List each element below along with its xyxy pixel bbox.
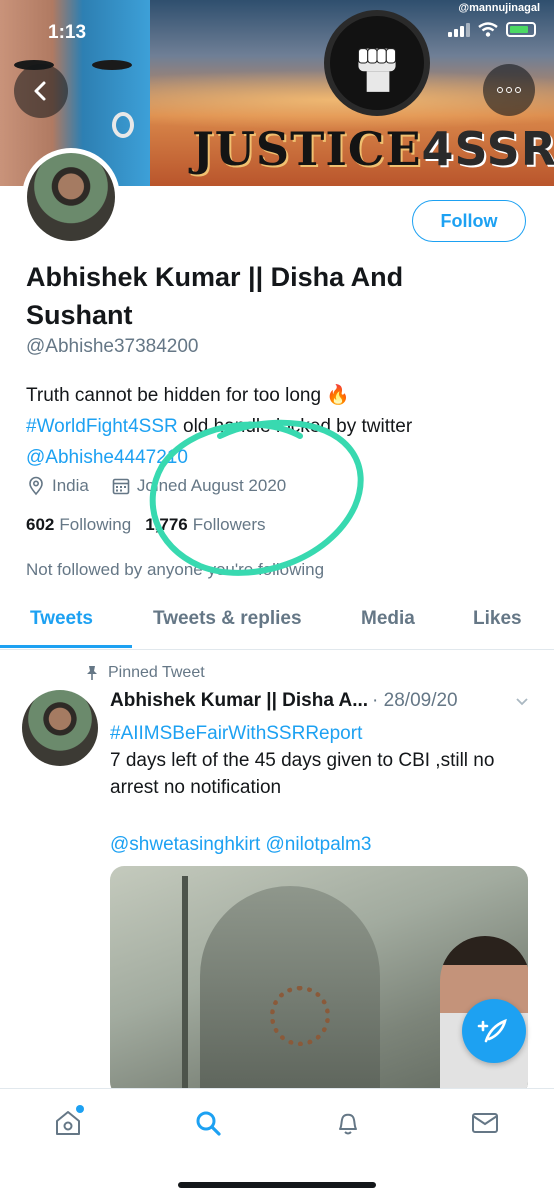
calendar-icon: [112, 478, 130, 495]
followers-link[interactable]: 1,776 Followers: [145, 515, 265, 535]
active-tab-indicator: [0, 645, 132, 648]
search-icon: [196, 1111, 221, 1136]
status-time: 1:13: [48, 22, 87, 43]
profile-counts: 602 Following 1,776 Followers: [26, 515, 265, 535]
messages-icon: [472, 1113, 498, 1133]
tweet-date: · 28/09/20: [372, 690, 458, 711]
profile-location: India: [52, 476, 89, 495]
back-button[interactable]: [14, 64, 68, 118]
banner-earring: [112, 112, 134, 138]
banner-watermark: @mannujinagal: [458, 2, 540, 14]
profile-meta: India Joined August 2020: [26, 476, 286, 496]
nav-notifications[interactable]: [330, 1105, 366, 1141]
tab-tweets[interactable]: Tweets: [30, 608, 93, 630]
nav-search[interactable]: [190, 1105, 226, 1141]
banner-eye: [92, 60, 132, 70]
bio-line: #WorldFight4SSR old handle locked by twi…: [26, 411, 526, 442]
location-icon: [29, 476, 43, 496]
tweet-header: Abhishek Kumar || Disha A... · 28/09/20: [110, 690, 530, 712]
tab-media[interactable]: Media: [361, 608, 415, 630]
status-icons: [448, 22, 536, 37]
profile-avatar[interactable]: [22, 148, 120, 246]
follow-button[interactable]: Follow: [412, 200, 526, 242]
wifi-icon: [478, 22, 498, 37]
nav-messages[interactable]: [467, 1105, 503, 1141]
more-icon: [497, 87, 503, 93]
chevron-down-icon[interactable]: [514, 693, 530, 709]
profile-tabs: Tweets Tweets & replies Media Likes: [0, 598, 554, 650]
tweet-mentions[interactable]: @shwetasinghkirt @nilotpalm3: [110, 831, 530, 858]
bio-line: Truth cannot be hidden for too long 🔥: [26, 385, 350, 406]
tweet-author-name[interactable]: Abhishek Kumar || Disha A...: [110, 690, 368, 712]
profile-handle: @Abhishe37384200: [26, 336, 199, 357]
banner-slogan-number: 4SSR: [421, 122, 554, 176]
bio-mention-link[interactable]: @Abhishe4447210: [26, 442, 526, 473]
profile-joined-date: Joined August 2020: [136, 476, 287, 495]
compose-tweet-button[interactable]: [462, 999, 526, 1063]
pinned-label: Pinned Tweet: [108, 664, 205, 681]
tweet-text: 7 days left of the 45 days given to CBI …: [110, 750, 495, 798]
home-indicator: [178, 1182, 376, 1188]
avatar-photo: [27, 153, 115, 241]
profile-bio: Truth cannot be hidden for too long 🔥 #W…: [26, 380, 526, 473]
bio-text: old handle locked by twitter: [177, 416, 413, 437]
media-beads: [270, 986, 330, 1046]
pinned-indicator: Pinned Tweet: [84, 664, 205, 682]
battery-icon: [506, 22, 536, 37]
bio-hashtag-link[interactable]: #WorldFight4SSR: [26, 416, 178, 437]
more-options-button[interactable]: [483, 64, 535, 116]
tweet-author-avatar[interactable]: [22, 690, 98, 766]
tweet-media-image[interactable]: [110, 866, 528, 1096]
pin-icon: [87, 666, 97, 680]
banner-slogan-word: JUSTICE: [192, 122, 422, 176]
banner-slogan: JUSTICE4SSR: [192, 122, 554, 176]
cellular-signal-icon: [448, 22, 470, 37]
following-link[interactable]: 602 Following: [26, 515, 131, 535]
media-trident: [182, 876, 188, 1096]
notifications-icon: [339, 1113, 357, 1135]
not-followed-notice: Not followed by anyone you're following: [26, 560, 325, 579]
tweet-body: #AIIMSBeFairWithSSRReport 7 days left of…: [110, 720, 530, 858]
following-count: 602: [26, 515, 55, 534]
tweet-hashtag-link[interactable]: #AIIMSBeFairWithSSRReport: [110, 720, 530, 747]
compose-icon: [477, 1018, 507, 1043]
fist-logo-icon: [324, 10, 430, 116]
followers-label: Followers: [192, 515, 266, 534]
tab-likes[interactable]: Likes: [473, 608, 522, 630]
followers-count: 1,776: [145, 515, 188, 534]
home-notification-dot: [76, 1105, 84, 1113]
tab-tweets-and-replies[interactable]: Tweets & replies: [153, 608, 302, 630]
following-label: Following: [59, 515, 132, 534]
back-arrow-icon: [34, 81, 46, 101]
profile-name: Abhishek Kumar || Disha And Sushant: [26, 262, 404, 330]
nav-home[interactable]: [50, 1105, 86, 1141]
